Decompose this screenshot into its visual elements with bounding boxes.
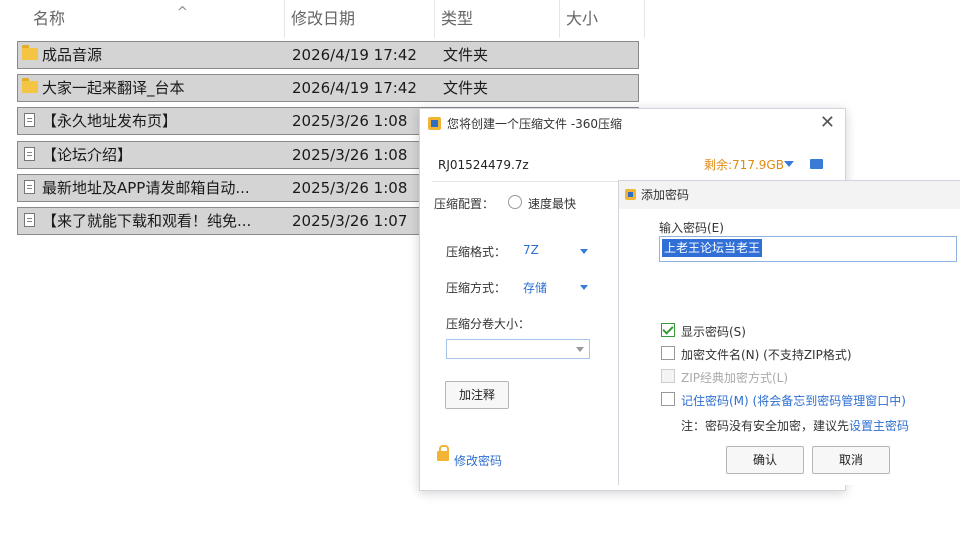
password-dialog-title: 添加密码 <box>641 188 690 202</box>
show-password-label[interactable]: 显示密码(S) <box>681 323 746 340</box>
file-date: 2025/3/26 1:08 <box>292 179 408 197</box>
split-size-dropdown-icon[interactable] <box>576 347 584 352</box>
file-icon <box>24 147 35 161</box>
change-password-link[interactable]: 修改密码 <box>454 452 502 469</box>
split-size-combo[interactable] <box>446 339 590 359</box>
column-header-size[interactable]: 大小 <box>560 0 645 38</box>
password-input-label: 输入密码(E) <box>659 221 724 235</box>
set-master-password-link[interactable]: 设置主密码 <box>849 419 909 433</box>
archive-filename[interactable]: RJ01524479.7z <box>438 149 529 181</box>
add-password-dialog: 添加密码 输入密码(E) 上老王论坛当老王 显示密码(S) 加密文件名(N) (… <box>618 180 960 485</box>
column-header-name-label: 名称 <box>33 9 66 28</box>
file-row[interactable]: 大家一起来翻译_台本 2026/4/19 17:42 文件夹 <box>17 74 639 102</box>
password-dialog-title-bar[interactable]: 添加密码 <box>619 181 960 209</box>
close-icon[interactable]: ✕ <box>820 113 835 133</box>
column-header-modified[interactable]: 修改日期 <box>285 0 435 38</box>
file-name: 【永久地址发布页】 <box>42 112 178 130</box>
format-select[interactable]: 7Z <box>523 243 539 257</box>
file-date: 2026/4/19 17:42 <box>292 79 417 97</box>
folder-icon <box>22 78 38 93</box>
encrypt-filenames-checkbox[interactable] <box>661 346 675 360</box>
cancel-button[interactable]: 取消 <box>812 446 890 474</box>
method-select[interactable]: 存储 <box>523 279 547 296</box>
dialog-title: 您将创建一个压缩文件 -360压缩 <box>447 117 623 131</box>
add-comment-button[interactable]: 加注释 <box>445 381 509 409</box>
file-type: 文件夹 <box>443 79 489 97</box>
file-date: 2026/4/19 17:42 <box>292 46 417 64</box>
method-label: 压缩方式： <box>446 281 507 295</box>
speed-fastest-radio[interactable] <box>508 195 522 209</box>
column-header-modified-label: 修改日期 <box>291 9 356 28</box>
file-date: 2025/3/26 1:07 <box>292 212 408 230</box>
zip-classic-label: ZIP经典加密方式(L) <box>681 371 789 385</box>
format-dropdown-icon[interactable] <box>580 249 588 254</box>
security-note: 注：密码没有安全加密，建议先设置主密码 <box>681 417 909 434</box>
format-label: 压缩格式： <box>446 245 507 259</box>
file-date: 2025/3/26 1:08 <box>292 112 408 130</box>
lock-icon <box>437 445 449 461</box>
config-label: 压缩配置： <box>434 197 495 211</box>
file-name: 【来了就能下载和观看！纯免... <box>42 212 252 230</box>
sort-ascending-icon: ^ <box>177 5 188 20</box>
remember-password-label[interactable]: 记住密码(M) (将会备忘到密码管理窗口中) <box>681 392 906 409</box>
zip-classic-checkbox <box>661 369 675 383</box>
confirm-button[interactable]: 确认 <box>726 446 804 474</box>
browse-folder-icon[interactable] <box>810 159 823 169</box>
file-name: 最新地址及APP请发邮箱自动... <box>42 179 250 197</box>
360-logo-icon <box>625 189 636 200</box>
file-icon <box>24 213 35 227</box>
column-header-type[interactable]: 类型 <box>435 0 560 38</box>
folder-icon <box>22 45 38 60</box>
speed-fastest-label[interactable]: 速度最快 <box>528 195 576 212</box>
free-space-label: 剩余:717.9GB <box>704 158 784 172</box>
path-dropdown-icon[interactable] <box>784 161 794 167</box>
show-password-checkbox[interactable] <box>661 323 675 337</box>
security-note-text: 注：密码没有安全加密，建议先 <box>681 419 850 433</box>
file-date: 2025/3/26 1:08 <box>292 146 408 164</box>
password-input[interactable]: 上老王论坛当老王 <box>659 236 957 262</box>
remember-password-checkbox[interactable] <box>661 392 675 406</box>
file-type: 文件夹 <box>443 46 489 64</box>
file-name: 大家一起来翻译_台本 <box>42 79 185 97</box>
file-name: 成品音源 <box>42 46 103 64</box>
column-header-name[interactable]: 名称 ^ <box>27 0 285 38</box>
password-value[interactable]: 上老王论坛当老王 <box>662 239 763 257</box>
file-icon <box>24 180 35 194</box>
split-size-label: 压缩分卷大小： <box>446 317 531 331</box>
encrypt-filenames-label[interactable]: 加密文件名(N) (不支持ZIP格式) <box>681 346 852 363</box>
file-icon <box>24 113 35 127</box>
360-logo-icon <box>428 117 441 130</box>
column-header-type-label: 类型 <box>441 9 474 28</box>
method-dropdown-icon[interactable] <box>580 285 588 290</box>
dialog-title-bar[interactable]: 您将创建一个压缩文件 -360压缩 ✕ <box>420 109 845 139</box>
file-name: 【论坛介绍】 <box>42 146 133 164</box>
archive-path-field[interactable]: RJ01524479.7z 剩余:717.9GB <box>432 149 832 182</box>
file-row[interactable]: 成品音源 2026/4/19 17:42 文件夹 <box>17 41 639 69</box>
column-header-size-label: 大小 <box>566 9 599 28</box>
